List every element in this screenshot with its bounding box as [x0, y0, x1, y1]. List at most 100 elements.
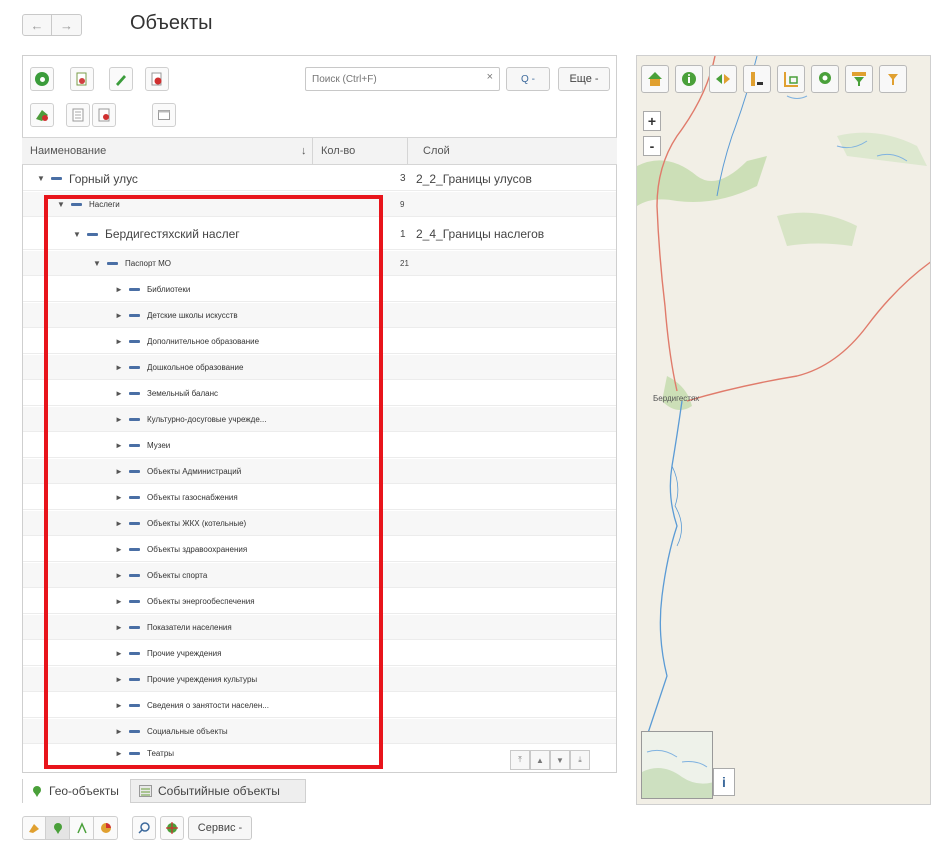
- expand-arrow-icon[interactable]: ►: [115, 727, 125, 736]
- expand-arrow-icon[interactable]: ►: [115, 545, 125, 554]
- table-row[interactable]: ► Объекты ЖКХ (котельные): [23, 511, 616, 536]
- table-row[interactable]: ► Прочие учреждения: [23, 641, 616, 666]
- column-layer-header[interactable]: Слой: [423, 145, 450, 157]
- info-map-button[interactable]: [675, 65, 703, 93]
- expand-arrow-icon[interactable]: ►: [115, 389, 125, 398]
- table-row[interactable]: ▼ Бердигестяхский наслег 1 2_4_Границы на…: [23, 218, 616, 250]
- measure-map-button[interactable]: [743, 65, 771, 93]
- column-count-header[interactable]: Кол-во: [321, 145, 355, 157]
- scroll-up-button[interactable]: ▲: [530, 750, 550, 770]
- tree-item-icon: [71, 203, 82, 206]
- map-canvas[interactable]: [637, 56, 931, 805]
- expand-arrow-icon[interactable]: ►: [115, 337, 125, 346]
- more-button[interactable]: Еще -: [558, 67, 610, 91]
- expand-arrow-icon[interactable]: ►: [115, 749, 125, 758]
- row-name: Наслеги: [89, 200, 120, 209]
- export-button[interactable]: [92, 103, 116, 127]
- expand-arrow-icon[interactable]: ►: [115, 493, 125, 502]
- table-row[interactable]: ► Культурно-досуговые учрежде...: [23, 407, 616, 432]
- filter-clear-map-button[interactable]: [879, 65, 907, 93]
- add-button[interactable]: [30, 67, 54, 91]
- clear-search-icon[interactable]: ×: [487, 71, 493, 83]
- chart-layer-button[interactable]: [94, 816, 118, 840]
- scroll-top-button[interactable]: ⤒: [510, 750, 530, 770]
- expand-arrow-icon[interactable]: ►: [115, 571, 125, 580]
- tab-geo-objects[interactable]: Гео-объекты: [22, 779, 130, 803]
- table-row[interactable]: ► Объекты здравоохранения: [23, 537, 616, 562]
- table-row[interactable]: ▼ Наслеги 9: [23, 192, 616, 217]
- expand-arrow-icon[interactable]: ►: [115, 597, 125, 606]
- location-icon: [819, 72, 831, 84]
- forest-area: [837, 132, 927, 166]
- town-label: Бердигестях: [653, 394, 700, 403]
- polygon-layer-button[interactable]: [22, 816, 46, 840]
- expand-arrow-icon[interactable]: ►: [115, 363, 125, 372]
- tab-event-objects[interactable]: Событийные объекты: [130, 779, 306, 803]
- copy-button[interactable]: [70, 67, 94, 91]
- map-view[interactable]: + - Бердигестях i: [636, 55, 931, 805]
- table-row[interactable]: ▼ Горный улус 3 2_2_Границы улусов: [23, 166, 616, 191]
- collapse-arrow-icon[interactable]: ▼: [73, 230, 83, 239]
- expand-arrow-icon[interactable]: ►: [115, 675, 125, 684]
- expand-arrow-icon[interactable]: ►: [115, 701, 125, 710]
- minimap-info-button[interactable]: i: [713, 768, 735, 796]
- table-row[interactable]: ► Дошкольное образование: [23, 355, 616, 380]
- table-row[interactable]: ► Объекты энергообеспечения: [23, 589, 616, 614]
- row-layer: 2_4_Границы наслегов: [416, 227, 545, 241]
- zoom-in-button[interactable]: +: [643, 111, 661, 131]
- line-layer-button[interactable]: [70, 816, 94, 840]
- row-count: 21: [400, 259, 409, 268]
- expand-arrow-icon[interactable]: ►: [115, 311, 125, 320]
- collapse-arrow-icon[interactable]: ▼: [57, 200, 67, 209]
- expand-arrow-icon[interactable]: ►: [115, 623, 125, 632]
- expand-arrow-icon[interactable]: ►: [115, 467, 125, 476]
- zoom-out-button[interactable]: -: [643, 136, 661, 156]
- forward-button[interactable]: →: [52, 14, 82, 36]
- copy-icon: [76, 72, 87, 86]
- sort-down-icon[interactable]: ↓: [301, 145, 307, 157]
- layer-button[interactable]: [30, 103, 54, 127]
- point-layer-button[interactable]: [46, 816, 70, 840]
- location-map-button[interactable]: [811, 65, 839, 93]
- row-name: Культурно-досуговые учрежде...: [147, 415, 267, 424]
- table-row[interactable]: ► Земельный баланс: [23, 381, 616, 406]
- expand-arrow-icon[interactable]: ►: [115, 441, 125, 450]
- column-name-header[interactable]: Наименование: [30, 145, 106, 157]
- import-export-group: [66, 103, 116, 127]
- table-row[interactable]: ► Прочие учреждения культуры: [23, 667, 616, 692]
- table-row[interactable]: ► Детские школы искусств: [23, 303, 616, 328]
- expand-arrow-icon[interactable]: ►: [115, 415, 125, 424]
- table-row[interactable]: ► Музеи: [23, 433, 616, 458]
- table-row[interactable]: ► Социальные объекты: [23, 719, 616, 744]
- area-map-button[interactable]: [777, 65, 805, 93]
- settings-button[interactable]: [152, 103, 176, 127]
- search-input[interactable]: [306, 68, 476, 90]
- import-button[interactable]: [66, 103, 90, 127]
- table-row[interactable]: ► Показатели населения: [23, 615, 616, 640]
- back-button[interactable]: ←: [22, 14, 52, 36]
- filter-map-button[interactable]: [845, 65, 873, 93]
- scroll-bottom-button[interactable]: ⤓: [570, 750, 590, 770]
- pan-map-button[interactable]: [709, 65, 737, 93]
- delete-button[interactable]: [145, 67, 169, 91]
- table-row[interactable]: ► Библиотеки: [23, 277, 616, 302]
- edit-button[interactable]: [109, 67, 133, 91]
- service-button[interactable]: Сервис -: [188, 816, 252, 840]
- search-button[interactable]: Q -: [506, 67, 550, 91]
- table-row[interactable]: ► Объекты Администраций: [23, 459, 616, 484]
- expand-arrow-icon[interactable]: ►: [115, 285, 125, 294]
- scroll-down-button[interactable]: ▼: [550, 750, 570, 770]
- expand-arrow-icon[interactable]: ►: [115, 519, 125, 528]
- table-row[interactable]: ► Объекты газоснабжения: [23, 485, 616, 510]
- target-button[interactable]: [160, 816, 184, 840]
- home-map-button[interactable]: [641, 65, 669, 93]
- expand-arrow-icon[interactable]: ►: [115, 649, 125, 658]
- table-row[interactable]: ▼ Паспорт МО 21: [23, 251, 616, 276]
- collapse-arrow-icon[interactable]: ▼: [37, 174, 47, 183]
- collapse-arrow-icon[interactable]: ▼: [93, 259, 103, 268]
- overview-minimap[interactable]: [641, 731, 713, 799]
- table-row[interactable]: ► Объекты спорта: [23, 563, 616, 588]
- table-row[interactable]: ► Дополнительное образование: [23, 329, 616, 354]
- table-row[interactable]: ► Сведения о занятости населен...: [23, 693, 616, 718]
- find-on-map-button[interactable]: [132, 816, 156, 840]
